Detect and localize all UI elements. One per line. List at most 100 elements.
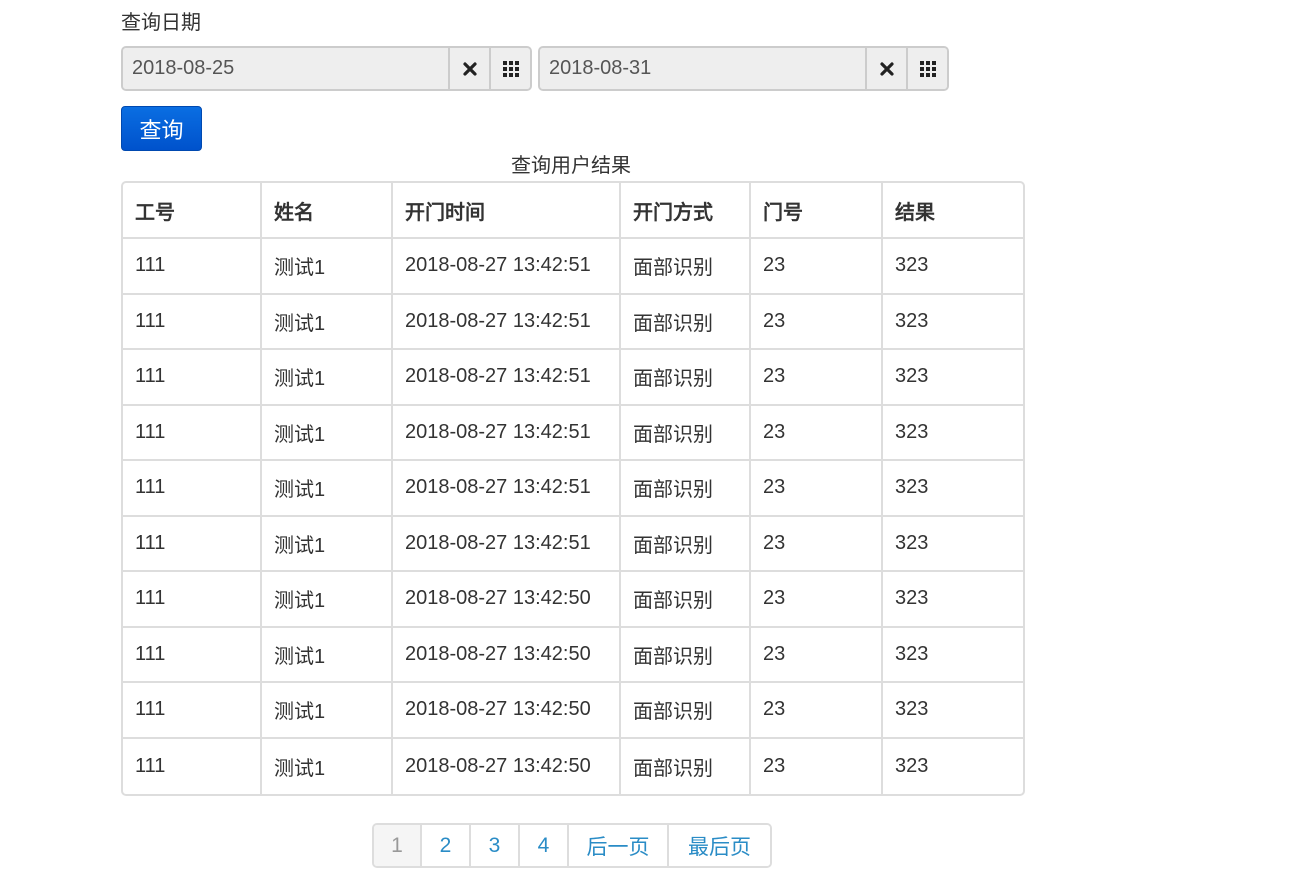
- cell-open-method: 面部识别: [621, 294, 751, 350]
- cell-name: 测试1: [262, 572, 393, 628]
- page-link-1[interactable]: 1: [374, 825, 422, 866]
- page-link-4[interactable]: 4: [520, 825, 569, 866]
- cell-result: 323: [883, 461, 1023, 517]
- cell-open-method: 面部识别: [621, 738, 751, 794]
- start-date-input[interactable]: [123, 48, 448, 89]
- cell-result: 323: [883, 350, 1023, 406]
- cell-door-number: 23: [751, 683, 883, 739]
- table-row: 111 测试1 2018-08-27 13:42:50 面部识别 23 323: [123, 627, 1023, 683]
- table-row: 111 测试1 2018-08-27 13:42:51 面部识别 23 323: [123, 294, 1023, 350]
- cell-door-number: 23: [751, 627, 883, 683]
- cell-employee-id: 111: [123, 683, 262, 739]
- cell-employee-id: 111: [123, 461, 262, 517]
- cell-employee-id: 111: [123, 572, 262, 628]
- cell-result: 323: [883, 295, 1023, 350]
- table-row: 111 测试1 2018-08-27 13:42:50 面部识别 23 323: [123, 572, 1023, 628]
- cell-result: 323: [883, 683, 1023, 739]
- start-date-picker: [121, 46, 532, 91]
- cell-name: 测试1: [262, 627, 393, 683]
- page-link-3[interactable]: 3: [471, 825, 520, 866]
- close-icon: [879, 61, 894, 76]
- cell-employee-id: 111: [123, 239, 262, 295]
- cell-name: 测试1: [262, 683, 393, 739]
- cell-open-time: 2018-08-27 13:42:50: [393, 738, 621, 794]
- cell-door-number: 23: [751, 350, 883, 406]
- cell-open-method: 面部识别: [621, 683, 751, 739]
- cell-employee-id: 111: [123, 350, 262, 406]
- cell-door-number: 23: [751, 572, 883, 628]
- header-open-time: 开门时间: [393, 183, 621, 239]
- cell-employee-id: 111: [123, 405, 262, 461]
- header-name: 姓名: [262, 183, 393, 239]
- cell-name: 测试1: [262, 294, 393, 350]
- table-row: 111 测试1 2018-08-27 13:42:51 面部识别 23 323: [123, 350, 1023, 406]
- table-row: 111 测试1 2018-08-27 13:42:50 面部识别 23 323: [123, 738, 1023, 794]
- cell-open-method: 面部识别: [621, 627, 751, 683]
- close-icon: [462, 61, 477, 76]
- next-page-link[interactable]: 后一页: [569, 825, 669, 866]
- cell-result: 323: [883, 406, 1023, 461]
- cell-open-method: 面部识别: [621, 516, 751, 572]
- header-employee-id: 工号: [123, 183, 262, 239]
- cell-result: 323: [883, 572, 1023, 628]
- cell-door-number: 23: [751, 405, 883, 461]
- cell-open-time: 2018-08-27 13:42:51: [393, 461, 621, 517]
- cell-door-number: 23: [751, 516, 883, 572]
- table-row: 111 测试1 2018-08-27 13:42:51 面部识别 23 323: [123, 516, 1023, 572]
- cell-open-time: 2018-08-27 13:42:51: [393, 294, 621, 350]
- cell-door-number: 23: [751, 461, 883, 517]
- table-header-row: 工号 姓名 开门时间 开门方式 门号 结果: [123, 183, 1023, 239]
- cell-result: 323: [895, 754, 929, 777]
- cell-name: 测试1: [262, 516, 393, 572]
- table-caption: 查询用户结果: [511, 155, 631, 177]
- cell-open-time: 2018-08-27 13:42:51: [393, 405, 621, 461]
- cell-open-method: 面部识别: [621, 239, 751, 295]
- cell-result: 323: [883, 239, 1023, 295]
- start-date-calendar-button[interactable]: [489, 48, 530, 89]
- cell-open-time: 2018-08-27 13:42:50: [393, 572, 621, 628]
- results-table: 工号 姓名 开门时间 开门方式 门号 结果 111 测试1 2018-08-27…: [121, 181, 1025, 796]
- header-door-number: 门号: [751, 183, 883, 239]
- end-date-calendar-button[interactable]: [906, 48, 947, 89]
- end-date-picker: [538, 46, 949, 91]
- pagination: 1 2 3 4 后一页 最后页: [372, 823, 772, 868]
- cell-employee-id: 111: [123, 627, 262, 683]
- cell-open-method: 面部识别: [621, 572, 751, 628]
- cell-name: 测试1: [262, 738, 393, 794]
- start-date-clear-button[interactable]: [448, 48, 489, 89]
- table-row: 111 测试1 2018-08-27 13:42:51 面部识别 23 323: [123, 461, 1023, 517]
- cell-result: 323: [883, 517, 1023, 572]
- cell-employee-id: 111: [123, 738, 262, 794]
- cell-door-number: 23: [751, 239, 883, 295]
- cell-door-number: 23: [751, 294, 883, 350]
- cell-name: 测试1: [262, 461, 393, 517]
- cell-open-time: 2018-08-27 13:42:50: [393, 627, 621, 683]
- cell-employee-id: 111: [123, 294, 262, 350]
- header-result: 结果: [883, 183, 1023, 239]
- cell-open-time: 2018-08-27 13:42:51: [393, 239, 621, 295]
- end-date-input[interactable]: [540, 48, 865, 89]
- cell-open-time: 2018-08-27 13:42:50: [393, 683, 621, 739]
- cell-open-time: 2018-08-27 13:42:51: [393, 350, 621, 406]
- cell-result: 323: [883, 628, 1023, 683]
- cell-open-method: 面部识别: [621, 350, 751, 406]
- header-open-method: 开门方式: [621, 183, 751, 239]
- cell-employee-id: 111: [123, 516, 262, 572]
- cell-name: 测试1: [262, 239, 393, 295]
- page-link-2[interactable]: 2: [422, 825, 471, 866]
- calendar-grid-icon: [502, 60, 519, 77]
- cell-open-method: 面部识别: [621, 461, 751, 517]
- cell-door-number: 23: [751, 738, 883, 794]
- table-row: 111 测试1 2018-08-27 13:42:50 面部识别 23 323: [123, 683, 1023, 739]
- calendar-grid-icon: [919, 60, 936, 77]
- end-date-clear-button[interactable]: [865, 48, 906, 89]
- cell-open-method: 面部识别: [621, 405, 751, 461]
- query-button[interactable]: 查询: [121, 106, 202, 151]
- cell-open-time: 2018-08-27 13:42:51: [393, 516, 621, 572]
- last-page-link[interactable]: 最后页: [669, 825, 770, 866]
- table-row: 111 测试1 2018-08-27 13:42:51 面部识别 23 323: [123, 239, 1023, 295]
- cell-name: 测试1: [262, 350, 393, 406]
- date-label: 查询日期: [121, 12, 201, 34]
- cell-name: 测试1: [262, 405, 393, 461]
- table-row: 111 测试1 2018-08-27 13:42:51 面部识别 23 323: [123, 405, 1023, 461]
